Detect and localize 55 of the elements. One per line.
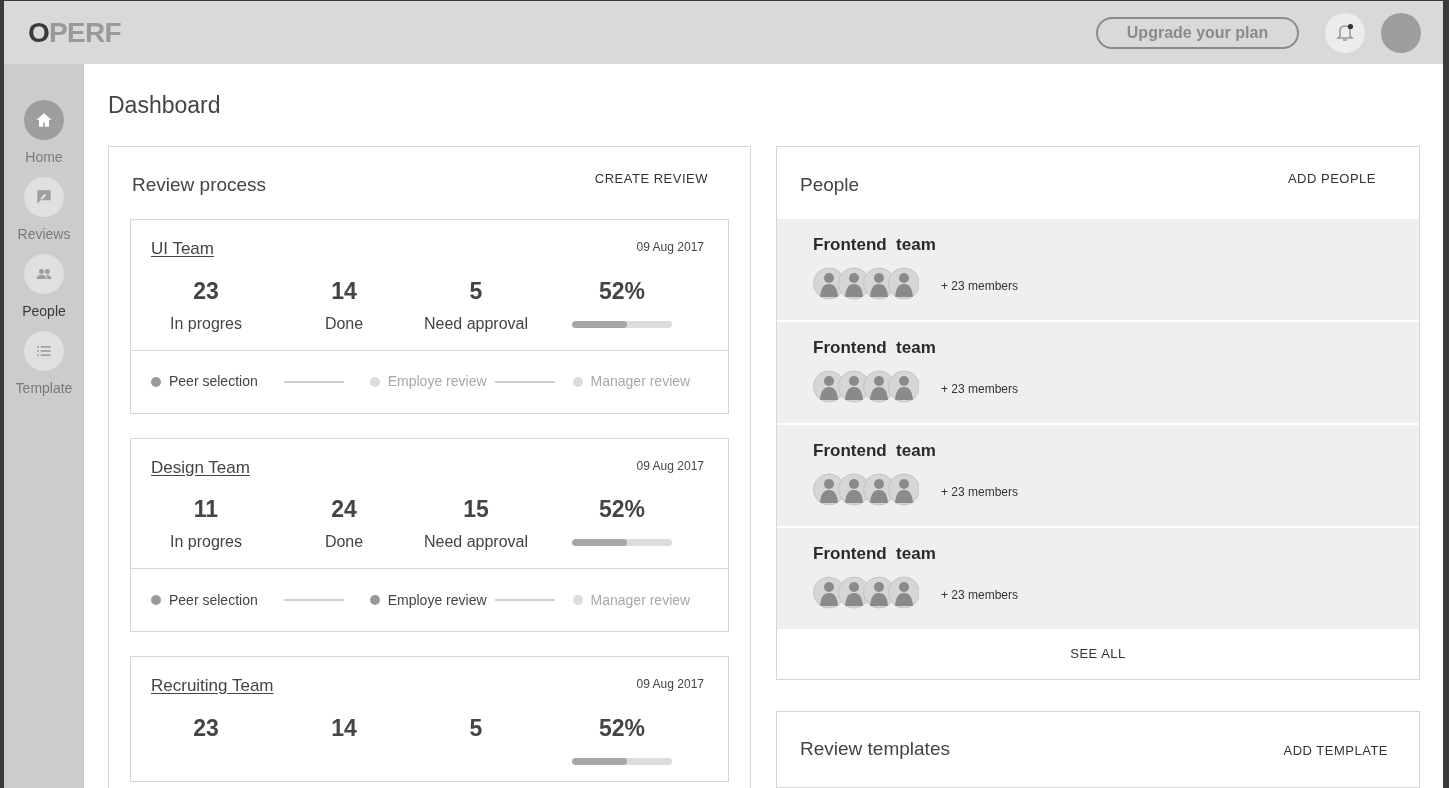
percent-value: 52%	[598, 276, 645, 306]
stat-value: 14	[331, 276, 357, 306]
step-label: Employe review	[387, 590, 487, 610]
bell-icon	[1336, 22, 1354, 43]
team-row[interactable]: Frontend team + 23 members	[777, 219, 1419, 320]
team-link[interactable]: Recruiting Team	[151, 673, 274, 699]
panel-title: People	[800, 172, 860, 197]
member-count: + 23 members	[941, 586, 1019, 604]
avatar[interactable]	[1381, 12, 1421, 53]
stat-value: 11	[193, 495, 219, 524]
review-date: 09 Aug 2017	[636, 676, 704, 693]
panel-title: Review templates	[800, 737, 950, 762]
page-title: Dashboard	[108, 91, 221, 120]
percent-value: 52%	[598, 495, 645, 524]
stat-value: 5	[469, 276, 483, 306]
add-people-button[interactable]: ADD PEOPLE	[1287, 169, 1376, 189]
see-all-button[interactable]: SEE ALL	[1070, 644, 1126, 664]
member-count: + 23 members	[941, 277, 1019, 295]
team-name: Frontend team	[813, 337, 936, 359]
step-label: Employe review	[387, 372, 487, 391]
add-template-button[interactable]: ADD TEMPLATE	[1283, 740, 1388, 761]
stat-label: Done	[324, 532, 364, 552]
stat-value: 15	[463, 495, 489, 524]
stat-value: 23	[193, 276, 219, 306]
stat-value: 23	[193, 713, 219, 743]
stat-label: In progres	[169, 532, 242, 552]
team-row[interactable]: Frontend team + 23 members	[777, 425, 1419, 526]
team-link[interactable]: UI Team	[151, 236, 214, 262]
panel-title: Review process	[132, 172, 267, 197]
notification-button[interactable]	[1325, 12, 1365, 53]
stat-label: Done	[324, 313, 364, 334]
review-date: 09 Aug 2017	[636, 457, 704, 475]
create-review-button[interactable]: CREATE REVIEW	[594, 169, 708, 189]
member-count: + 23 members	[941, 380, 1019, 398]
review-date: 09 Aug 2017	[636, 239, 704, 256]
stat-value: 5	[469, 713, 483, 743]
nav-item[interactable]: People	[6, 254, 82, 320]
step-label: Peer selection	[169, 372, 258, 391]
step-label: Peer selection	[169, 590, 258, 610]
percent-value: 52%	[598, 713, 645, 743]
team-row[interactable]: Frontend team + 23 members	[777, 322, 1419, 423]
step-label: Manager review	[590, 372, 691, 391]
logo: OPERF	[28, 18, 121, 47]
team-row[interactable]: Frontend team + 23 members	[777, 528, 1419, 629]
team-link[interactable]: Design Team	[151, 454, 250, 480]
stat-value: 14	[331, 713, 357, 743]
stat-label: Need approval	[423, 313, 529, 334]
stat-value: 24	[331, 495, 357, 524]
team-name: Frontend team	[813, 440, 936, 462]
stat-label: In progres	[169, 313, 242, 334]
team-name: Frontend team	[813, 234, 936, 256]
member-count: + 23 members	[941, 483, 1019, 501]
step-label: Manager review	[590, 590, 691, 610]
stat-label: Need approval	[423, 532, 529, 552]
team-name: Frontend team	[813, 543, 936, 565]
